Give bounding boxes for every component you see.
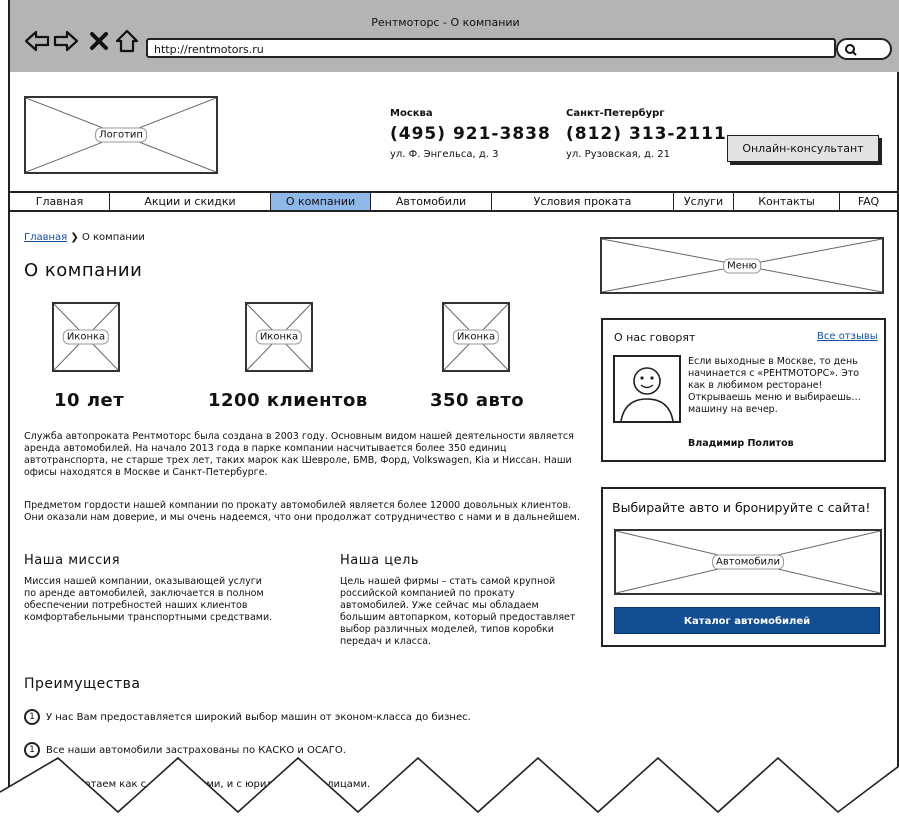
logo-label: Логотип (95, 127, 147, 143)
breadcrumb: Главная ❯ О компании (24, 232, 145, 243)
sidebar-menu-placeholder[interactable]: Меню (600, 237, 884, 294)
stat-icon-label: Иконка (62, 329, 110, 345)
address-bar[interactable]: http://rentmotors.ru (146, 38, 836, 58)
stat-icon-cars: Иконка (442, 302, 510, 372)
menu-item-rental-terms[interactable]: Условия проката (492, 193, 674, 210)
about-paragraph-1: Служба автопроката Рентмоторс была созда… (24, 431, 574, 478)
advantages-title: Преимущества (24, 676, 141, 692)
goal-title: Наша цель (340, 553, 420, 568)
mission-text: Миссия нашей компании, оказывающей услуг… (24, 576, 273, 623)
back-icon[interactable] (24, 28, 50, 54)
sidebar-menu-label: Меню (723, 258, 761, 273)
breadcrumb-home-link[interactable]: Главная (24, 232, 67, 243)
stop-icon[interactable] (86, 28, 112, 54)
booking-title: Выбирайте авто и бронируйте с сайта! (612, 500, 871, 515)
office-address-moscow: ул. Ф. Энгельса, д. 3 (390, 149, 499, 160)
office-city-moscow: Москва (390, 108, 433, 119)
window-frame-left (8, 72, 10, 812)
logo-placeholder[interactable]: Логотип (24, 96, 218, 174)
reviews-title: О нас говорят (614, 331, 696, 344)
office-city-spb: Санкт-Петербург (566, 108, 665, 119)
search-icon (845, 44, 857, 56)
menu-item-about[interactable]: О компании (271, 193, 371, 210)
stat-icon-years: Иконка (52, 302, 120, 372)
about-paragraph-2: Предметом гордости нашей компании по про… (24, 500, 580, 523)
menu-item-cars[interactable]: Автомобили (371, 193, 492, 210)
browser-chrome (8, 0, 899, 72)
browser-search-field[interactable] (836, 38, 892, 60)
stat-icon-label: Иконка (255, 329, 303, 345)
stat-clients: 1200 клиентов (208, 390, 368, 411)
stat-years: 10 лет (54, 390, 125, 411)
office-phone-spb[interactable]: (812) 313-2111 (566, 124, 727, 144)
advantage-item: 1 У нас Вам предоставляется широкий выбор… (24, 709, 471, 725)
cars-image-label: Автомобили (712, 554, 784, 570)
stat-icon-label: Иконка (452, 329, 500, 345)
number-badge: 1 (24, 709, 40, 725)
avatar-icon (613, 355, 681, 423)
goal-text: Цель нашей фирмы – стать самой крупной р… (340, 576, 576, 647)
all-reviews-link[interactable]: Все отзывы (817, 331, 878, 342)
office-address-spb: ул. Рузовская, д. 21 (566, 149, 670, 160)
stat-icon-clients: Иконка (245, 302, 313, 372)
review-text: Если выходные в Москве, то день начинает… (688, 356, 861, 415)
cars-image-placeholder[interactable]: Автомобили (614, 529, 882, 595)
menu-item-home[interactable]: Главная (10, 193, 110, 210)
car-catalog-button[interactable]: Каталог автомобилей (614, 607, 880, 634)
breadcrumb-current: О компании (81, 232, 145, 243)
office-phone-moscow[interactable]: (495) 921-3838 (390, 124, 551, 144)
home-icon[interactable] (114, 28, 140, 54)
online-consultant-button[interactable]: Онлайн-консультант (727, 135, 879, 162)
stat-cars: 350 авто (430, 390, 525, 411)
menu-item-faq[interactable]: FAQ (840, 193, 897, 210)
breadcrumb-separator: ❯ (70, 232, 79, 243)
main-menu: Главная Акции и скидки О компании Автомо… (10, 191, 897, 212)
review-author: Владимир Политов (688, 438, 794, 449)
torn-edge-divider (0, 756, 899, 840)
page-title: О компании (24, 260, 143, 281)
advantage-text: У нас Вам предоставляется широкий выбор … (46, 712, 471, 723)
menu-item-promotions[interactable]: Акции и скидки (110, 193, 271, 210)
mission-title: Наша миссия (24, 553, 121, 568)
menu-item-services[interactable]: Услуги (674, 193, 734, 210)
forward-icon[interactable] (53, 28, 79, 54)
menu-item-contacts[interactable]: Контакты (734, 193, 840, 210)
